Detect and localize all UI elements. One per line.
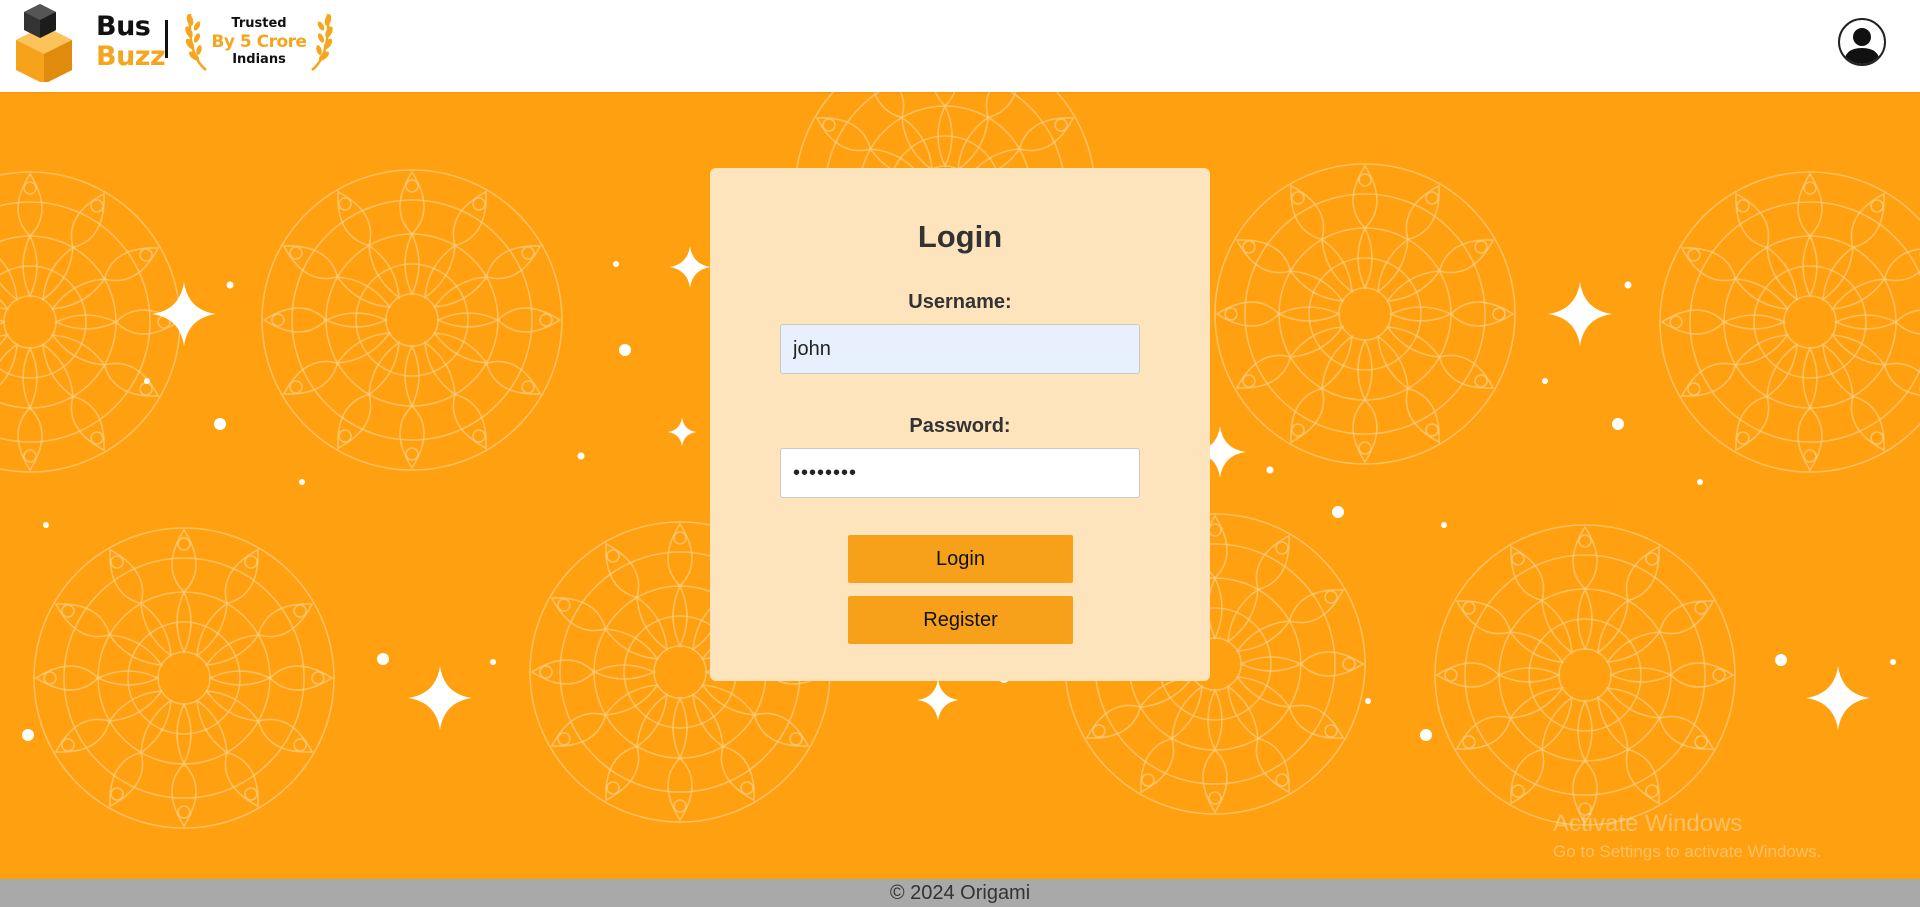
watermark-line-1: Activate Windows [1553, 810, 1743, 837]
user-silhouette-icon [1844, 28, 1880, 64]
login-title: Login [917, 219, 1003, 254]
brand-word-bus: Bus [96, 11, 151, 42]
watermark-line-2: Go to Settings to activate Windows. [1553, 842, 1822, 861]
brand-word-buzz: Buzz [96, 41, 166, 72]
login-button[interactable]: Login [848, 535, 1073, 583]
trust-badge: Trusted By 5 Crore Indians [184, 8, 334, 74]
username-input[interactable] [780, 324, 1140, 374]
username-label: Username: [908, 291, 1012, 313]
user-avatar-button[interactable] [1838, 18, 1886, 66]
trust-line-3: Indians [232, 52, 286, 67]
trust-text: Trusted By 5 Crore Indians [206, 16, 312, 68]
bus-buzz-logo[interactable]: Bus Buzz [16, 4, 166, 82]
password-label: Password: [909, 415, 1011, 437]
header-divider [165, 20, 168, 58]
footer-bar: © 2024 Origami [0, 879, 1920, 907]
trust-line-2: By 5 Crore [211, 32, 307, 52]
login-card: Login Username: Password: Login Register [710, 168, 1210, 681]
trust-line-1: Trusted [231, 16, 287, 31]
footer-copyright: © 2024 Origami [889, 882, 1031, 904]
header-bar: Bus Buzz Trusted By 5 Crore Indians [0, 0, 1920, 92]
password-input[interactable] [780, 448, 1140, 498]
activate-windows-watermark: Activate Windows Go to Settings to activ… [1553, 810, 1821, 862]
brand-name: Bus Buzz [96, 11, 166, 72]
register-button[interactable]: Register [848, 596, 1073, 644]
